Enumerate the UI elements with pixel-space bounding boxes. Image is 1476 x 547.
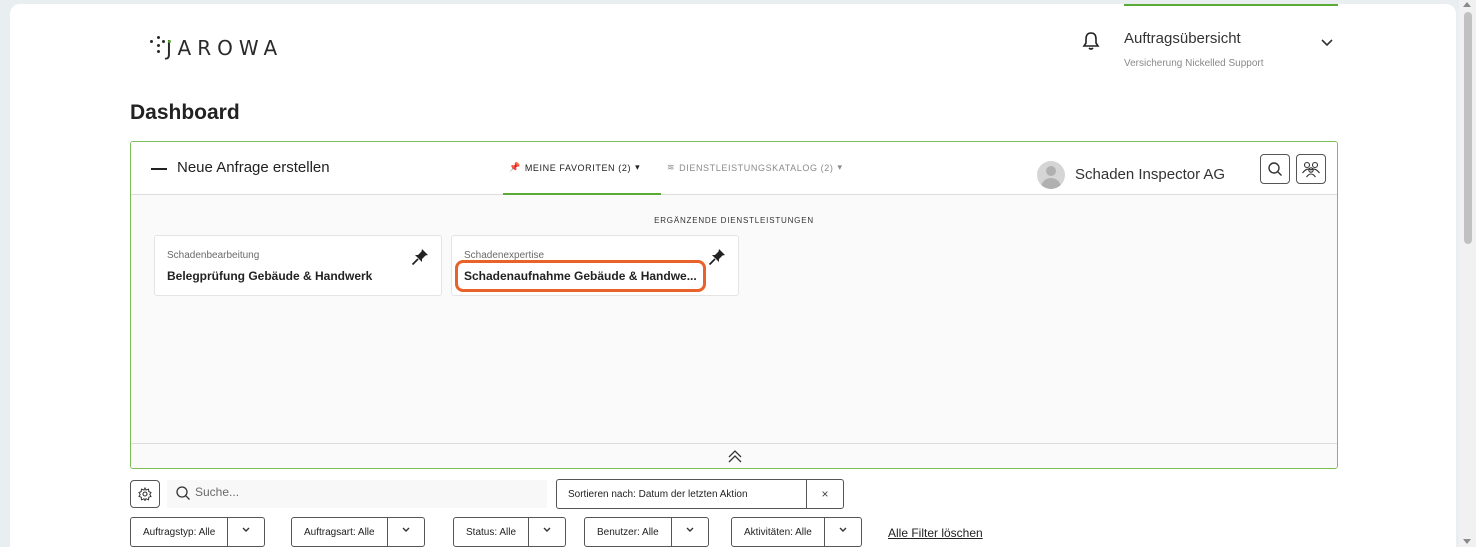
- collapse-icon[interactable]: [151, 168, 167, 170]
- panel-header: Neue Anfrage erstellen 📌 MEINE FAVORITEN…: [131, 142, 1337, 195]
- company-name: Schaden Inspector AG: [1075, 166, 1226, 183]
- tab-favorites-label: MEINE FAVORITEN (2): [524, 162, 632, 173]
- avatar: [1037, 161, 1065, 189]
- chevron-down-icon[interactable]: [672, 518, 708, 546]
- panel-title[interactable]: Neue Anfrage erstellen: [177, 159, 330, 176]
- new-request-panel: Neue Anfrage erstellen 📌 MEINE FAVORITEN…: [130, 141, 1338, 469]
- chevron-down-icon: ▾: [837, 162, 843, 172]
- layers-icon: ≋: [667, 162, 676, 172]
- sort-control[interactable]: Sortieren nach: Datum der letzten Aktion…: [556, 479, 844, 509]
- settings-button[interactable]: [130, 480, 160, 508]
- card-category: Schadenbearbeitung: [167, 250, 260, 261]
- search-button[interactable]: [1260, 154, 1290, 184]
- filter-activities[interactable]: Aktivitäten: Alle: [731, 517, 862, 547]
- gear-icon: [138, 487, 152, 501]
- chevron-down-icon[interactable]: [1320, 34, 1334, 52]
- logo-text: JAROWA: [166, 36, 284, 60]
- highlight-marker: [455, 260, 706, 292]
- tab-service-catalog[interactable]: ≋ DIENSTLEISTUNGSKATALOG (2) ▾: [667, 162, 843, 173]
- filter-label[interactable]: Auftragstyp: Alle: [131, 518, 229, 546]
- pin-icon[interactable]: [411, 248, 429, 271]
- section-heading: ERGÄNZENDE DIENSTLEISTUNGEN: [654, 216, 814, 225]
- filter-label[interactable]: Status: Alle: [454, 518, 530, 546]
- filter-label[interactable]: Auftragsart: Alle: [292, 518, 388, 546]
- service-card[interactable]: Schadenbearbeitung Belegprüfung Gebäude …: [154, 235, 442, 296]
- pin-icon[interactable]: [708, 248, 726, 271]
- people-icon: [1302, 161, 1320, 178]
- chevron-down-icon[interactable]: [228, 518, 264, 546]
- panel-footer: [131, 443, 1337, 468]
- scroll-down-icon[interactable]: [1463, 539, 1471, 544]
- filter-label[interactable]: Aktivitäten: Alle: [732, 518, 825, 546]
- sort-label[interactable]: Sortieren nach: Datum der letzten Aktion: [557, 480, 807, 508]
- search-icon: [1268, 162, 1282, 176]
- service-card[interactable]: Schadenexpertise Schadenaufnahme Gebäude…: [451, 235, 739, 296]
- jarowa-logo[interactable]: JAROWA: [148, 28, 283, 60]
- account-active-indicator: [1124, 4, 1338, 6]
- account-menu-title[interactable]: Auftragsübersicht: [1124, 30, 1241, 47]
- filter-user[interactable]: Benutzer: Alle: [584, 517, 709, 547]
- notifications-bell-icon[interactable]: [1082, 31, 1100, 56]
- clear-sort-icon[interactable]: ×: [807, 480, 843, 508]
- filter-label[interactable]: Benutzer: Alle: [585, 518, 672, 546]
- double-chevron-up-icon[interactable]: [727, 448, 743, 468]
- search-icon: [175, 485, 191, 506]
- search-input[interactable]: [195, 485, 535, 499]
- active-tab-underline: [503, 193, 661, 195]
- account-menu-subtitle: Versicherung Nickelled Support: [1124, 58, 1264, 69]
- filter-status[interactable]: Status: Alle: [453, 517, 567, 547]
- page-scrollbar[interactable]: [1459, 0, 1476, 547]
- team-button[interactable]: [1296, 154, 1326, 184]
- filter-order-kind[interactable]: Auftragsart: Alle: [291, 517, 425, 547]
- chevron-down-icon: ▾: [635, 162, 641, 172]
- page-title: Dashboard: [130, 101, 240, 124]
- card-title: Belegprüfung Gebäude & Handwerk: [167, 269, 373, 283]
- chevron-down-icon[interactable]: [529, 518, 565, 546]
- logo-dots-icon: [148, 34, 172, 54]
- scroll-up-icon[interactable]: [1463, 2, 1471, 7]
- pin-icon: 📌: [509, 162, 521, 172]
- search-field[interactable]: [167, 480, 547, 508]
- chevron-down-icon[interactable]: [388, 518, 424, 546]
- filter-order-type[interactable]: Auftragstyp: Alle: [130, 517, 266, 547]
- tab-favorites[interactable]: 📌 MEINE FAVORITEN (2) ▾: [509, 162, 640, 173]
- chevron-down-icon[interactable]: [825, 518, 861, 546]
- tab-catalog-label: DIENSTLEISTUNGSKATALOG (2): [679, 162, 834, 173]
- scrollbar-thumb[interactable]: [1464, 12, 1472, 244]
- clear-all-filters-link[interactable]: Alle Filter löschen: [888, 526, 983, 540]
